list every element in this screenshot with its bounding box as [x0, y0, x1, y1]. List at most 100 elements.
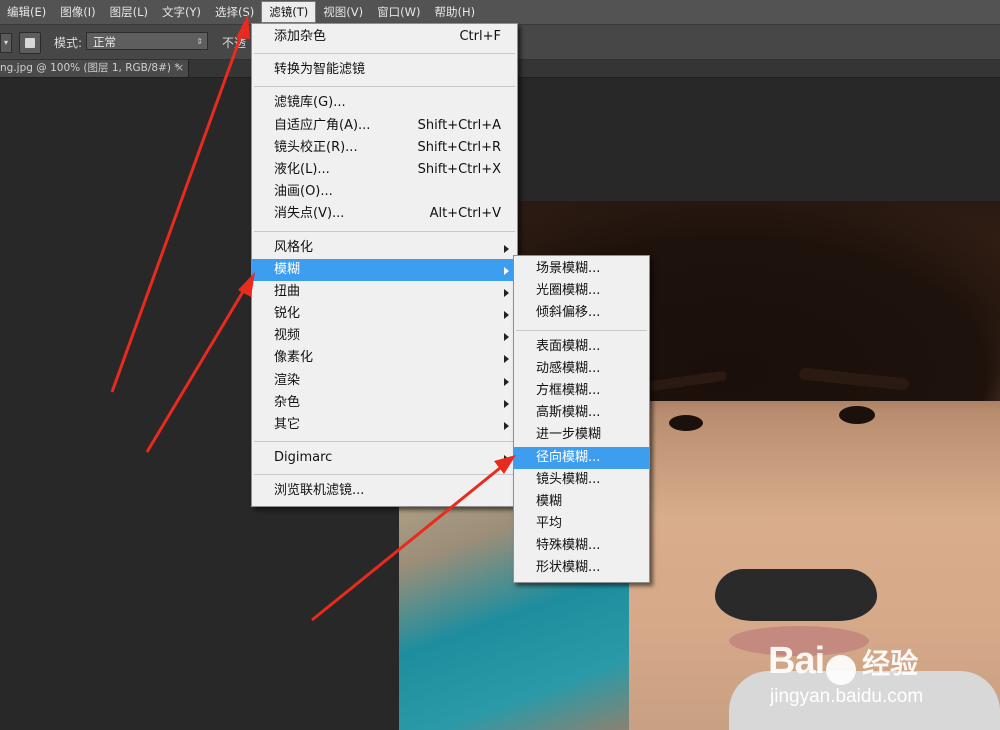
- filter-item-other[interactable]: 其它: [252, 414, 517, 436]
- blur-item-tilt-shift[interactable]: 倾斜偏移...: [514, 302, 649, 324]
- submenu-arrow-icon: [504, 377, 509, 386]
- item-label: 扭曲: [274, 283, 301, 299]
- blur-item-motion[interactable]: 动感模糊...: [514, 358, 649, 380]
- menu-window[interactable]: 窗口(W): [370, 1, 427, 23]
- item-label: 风格化: [274, 239, 314, 255]
- submenu-arrow-icon: [504, 422, 509, 430]
- filter-item-blur[interactable]: 模糊: [252, 258, 517, 281]
- menu-bar: 编辑(E) 图像(I) 图层(L) 文字(Y) 选择(S) 滤镜(T) 视图(V…: [0, 0, 1000, 25]
- submenu-arrow-icon: [504, 355, 509, 364]
- filter-item-vanishing-point[interactable]: 消失点(V)... Alt+Ctrl+V: [252, 203, 517, 225]
- brush-preset-icon[interactable]: [19, 32, 41, 54]
- filter-item-liquify[interactable]: 液化(L)... Shift+Ctrl+X: [252, 159, 517, 181]
- menu-view[interactable]: 视图(V): [316, 1, 370, 23]
- item-label: 液化(L)...: [274, 161, 330, 177]
- blur-item-radial[interactable]: 径向模糊...: [514, 446, 649, 469]
- item-label: Digimarc: [274, 450, 333, 466]
- menu-layer[interactable]: 图层(L): [103, 1, 155, 23]
- menu-divider: [254, 441, 515, 443]
- item-label: 添加杂色: [274, 29, 327, 44]
- blur-item-average[interactable]: 平均: [514, 513, 649, 535]
- filter-item-digimarc[interactable]: Digimarc: [252, 447, 517, 469]
- item-label: 形状模糊...: [536, 560, 601, 576]
- menu-help[interactable]: 帮助(H): [427, 1, 482, 23]
- filter-menu: 添加杂色 Ctrl+F 转换为智能滤镜 滤镜库(G)... 自适应广角(A)...…: [251, 23, 518, 507]
- item-shortcut: Shift+Ctrl+X: [417, 161, 501, 177]
- item-label: 模糊: [274, 261, 301, 277]
- blur-item-gaussian[interactable]: 高斯模糊...: [514, 402, 649, 424]
- filter-item-browse-online[interactable]: 浏览联机滤镜...: [252, 480, 517, 502]
- blur-item-box[interactable]: 方框模糊...: [514, 380, 649, 402]
- menu-divider: [516, 329, 647, 331]
- filter-item-stylize[interactable]: 风格化: [252, 237, 517, 259]
- menu-divider: [254, 230, 515, 232]
- watermark-logo-text: Bai: [768, 640, 825, 682]
- blur-submenu: 场景模糊... 光圈模糊... 倾斜偏移... 表面模糊... 动感模糊... …: [513, 255, 650, 583]
- opacity-label: 不透: [222, 36, 247, 50]
- mode-value: 正常: [93, 35, 116, 49]
- watermark-url: jingyan.baidu.com: [770, 686, 924, 707]
- mode-select[interactable]: 正常 ⇕: [86, 32, 208, 50]
- baidu-watermark: Bai 经验: [768, 640, 918, 685]
- filter-item-adaptive-wide-angle[interactable]: 自适应广角(A)... Shift+Ctrl+A: [252, 115, 517, 137]
- item-label: 滤镜库(G)...: [274, 95, 346, 111]
- item-label: 消失点(V)...: [274, 206, 345, 222]
- item-shortcut: Shift+Ctrl+A: [417, 117, 501, 133]
- item-label: 方框模糊...: [536, 382, 601, 398]
- submenu-arrow-icon: [504, 288, 509, 297]
- item-label: 表面模糊...: [536, 338, 601, 354]
- item-label: 自适应广角(A)...: [274, 117, 371, 133]
- close-icon[interactable]: ×: [175, 60, 184, 77]
- menu-divider: [254, 474, 515, 476]
- blur-item-blur[interactable]: 模糊: [514, 491, 649, 513]
- item-label: 锐化: [274, 306, 301, 322]
- item-label: 进一步模糊: [536, 427, 602, 443]
- blur-item-lens[interactable]: 镜头模糊...: [514, 469, 649, 491]
- blur-item-shape[interactable]: 形状模糊...: [514, 557, 649, 579]
- item-shortcut: Alt+Ctrl+V: [429, 206, 501, 222]
- filter-item-oil-paint[interactable]: 油画(O)...: [252, 181, 517, 203]
- item-label: 平均: [536, 516, 563, 532]
- filter-item-pixelate[interactable]: 像素化: [252, 347, 517, 369]
- blur-item-more[interactable]: 进一步模糊: [514, 424, 649, 446]
- menu-filter[interactable]: 滤镜(T): [261, 1, 317, 23]
- filter-item-smart-filter[interactable]: 转换为智能滤镜: [252, 59, 517, 81]
- item-label: 像素化: [274, 350, 314, 366]
- document-tab[interactable]: ng.jpg @ 100% (图层 1, RGB/8#) * ×: [0, 60, 189, 77]
- filter-item-sharpen[interactable]: 锐化: [252, 303, 517, 325]
- menu-divider: [254, 86, 515, 88]
- item-label: 光圈模糊...: [536, 283, 601, 299]
- item-label: 高斯模糊...: [536, 405, 601, 421]
- item-label: 径向模糊...: [536, 449, 601, 465]
- submenu-arrow-icon: [504, 244, 509, 253]
- blur-item-surface[interactable]: 表面模糊...: [514, 336, 649, 358]
- blur-item-field[interactable]: 场景模糊...: [514, 258, 649, 280]
- filter-item-gallery[interactable]: 滤镜库(G)...: [252, 92, 517, 114]
- filter-item-last-filter[interactable]: 添加杂色 Ctrl+F: [252, 26, 517, 48]
- filter-item-distort[interactable]: 扭曲: [252, 281, 517, 303]
- tool-preset-dropdown[interactable]: ▾: [0, 33, 12, 53]
- menu-type[interactable]: 文字(Y): [155, 1, 208, 23]
- item-label: 油画(O)...: [274, 184, 333, 200]
- submenu-arrow-icon: [504, 311, 509, 320]
- filter-item-video[interactable]: 视频: [252, 325, 517, 347]
- item-label: 视频: [274, 328, 301, 344]
- filter-item-noise[interactable]: 杂色: [252, 392, 517, 414]
- watermark-cn-text: 经验: [862, 647, 919, 680]
- item-label: 渲染: [274, 372, 301, 388]
- item-label: 其它: [274, 417, 301, 432]
- submenu-arrow-icon: [504, 333, 509, 342]
- document-tab-title: ng.jpg @ 100% (图层 1, RGB/8#) *: [0, 62, 180, 74]
- blur-item-smart[interactable]: 特殊模糊...: [514, 535, 649, 557]
- filter-item-render[interactable]: 渲染: [252, 370, 517, 392]
- photo-eye-left: [669, 415, 703, 431]
- item-label: 动感模糊...: [536, 360, 601, 376]
- filter-item-lens-correction[interactable]: 镜头校正(R)... Shift+Ctrl+R: [252, 137, 517, 159]
- item-shortcut: Ctrl+F: [459, 29, 501, 44]
- photo-eye-right: [839, 406, 875, 424]
- menu-edit[interactable]: 编辑(E): [0, 1, 53, 23]
- menu-image[interactable]: 图像(I): [53, 1, 102, 23]
- blur-item-iris[interactable]: 光圈模糊...: [514, 280, 649, 302]
- mode-label: 模式:: [54, 36, 83, 50]
- menu-select[interactable]: 选择(S): [208, 1, 261, 23]
